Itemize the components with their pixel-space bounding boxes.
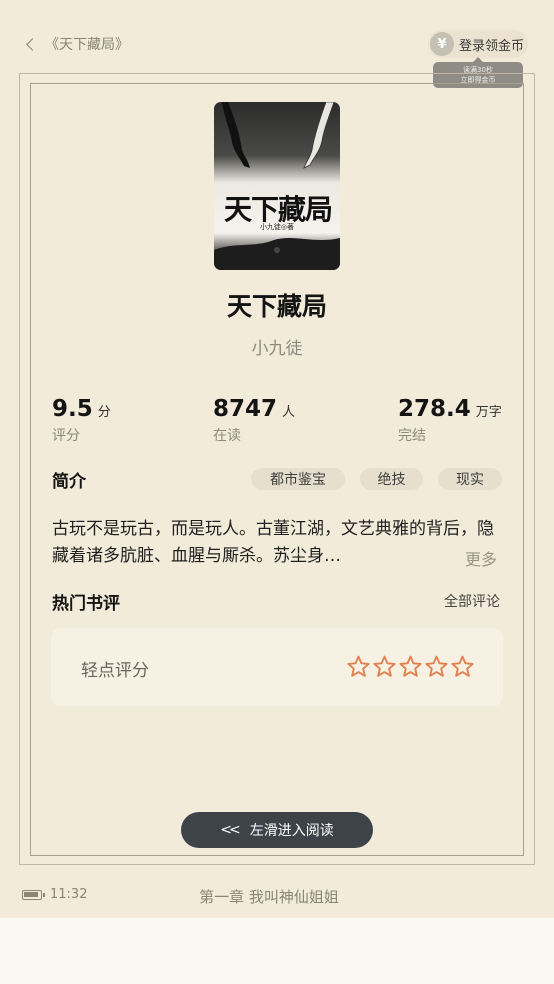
chapter-title: 第一章 我叫神仙姐姐: [199, 888, 339, 906]
tag-realistic[interactable]: 现实: [438, 468, 502, 490]
login-coin-button[interactable]: ¥ 登录领金币: [428, 30, 528, 58]
star-icon[interactable]: [450, 654, 475, 679]
star-icon[interactable]: [424, 654, 449, 679]
intro-text: 古玩不是玩古，而是玩人。古董江湖，文艺典雅的背后，隐藏着诸多肮脏、血腥与厮杀。苏…: [52, 519, 494, 566]
stat-words-unit: 万字: [475, 405, 502, 420]
stat-readers: 8747 人 在读: [213, 396, 295, 445]
yen-coin-icon: ¥: [430, 32, 454, 56]
star-icon[interactable]: [372, 654, 397, 679]
stat-readers-unit: 人: [282, 405, 296, 420]
swipe-to-read-button[interactable]: << 左滑进入阅读: [181, 812, 373, 848]
stat-rating-value: 9.5: [52, 396, 93, 422]
back-book-title: 《天下藏局》: [45, 37, 129, 53]
more-link[interactable]: 更多: [465, 546, 497, 570]
bottom-area: [0, 918, 554, 984]
book-author[interactable]: 小九徒: [0, 334, 554, 359]
stat-rating: 9.5 分 评分: [52, 396, 111, 445]
book-cover[interactable]: 天下藏局 小九徒◎著: [214, 102, 340, 270]
star-icon[interactable]: [398, 654, 423, 679]
tag-skill[interactable]: 绝技: [360, 468, 423, 490]
stat-rating-label: 评分: [52, 428, 80, 444]
tap-to-rate-label: 轻点评分: [81, 661, 149, 681]
chevron-left-icon: [26, 37, 39, 51]
stat-status-label: 完结: [398, 428, 426, 444]
stat-rating-unit: 分: [97, 405, 111, 420]
book-title: 天下藏局: [226, 292, 327, 321]
stat-readers-value: 8747: [213, 396, 278, 422]
tag-urban-appraisal[interactable]: 都市鉴宝: [251, 468, 345, 490]
login-coin-label: 登录领金币: [459, 38, 525, 54]
reader-page: 《天下藏局》 ¥ 登录领金币 读满30秒 立即得金币 天下藏局 小九徒◎著 天下…: [0, 0, 554, 918]
back-button[interactable]: 《天下藏局》: [22, 32, 129, 56]
cover-artwork: [214, 102, 340, 270]
star-rating[interactable]: [346, 654, 475, 679]
double-chevron-left-icon: <<: [220, 822, 241, 838]
stat-word-count: 278.4 万字 完结: [398, 396, 502, 445]
stat-words-value: 278.4: [398, 396, 471, 422]
star-icon[interactable]: [346, 654, 371, 679]
all-reviews-link[interactable]: 全部评论: [444, 591, 500, 611]
reviews-heading: 热门书评: [52, 594, 120, 614]
cover-author: 小九徒◎著: [259, 223, 295, 231]
swipe-to-read-label: 左滑进入阅读: [249, 823, 334, 839]
stat-readers-label: 在读: [213, 428, 241, 444]
intro-heading: 简介: [52, 472, 86, 492]
rating-card: 轻点评分: [51, 628, 503, 706]
